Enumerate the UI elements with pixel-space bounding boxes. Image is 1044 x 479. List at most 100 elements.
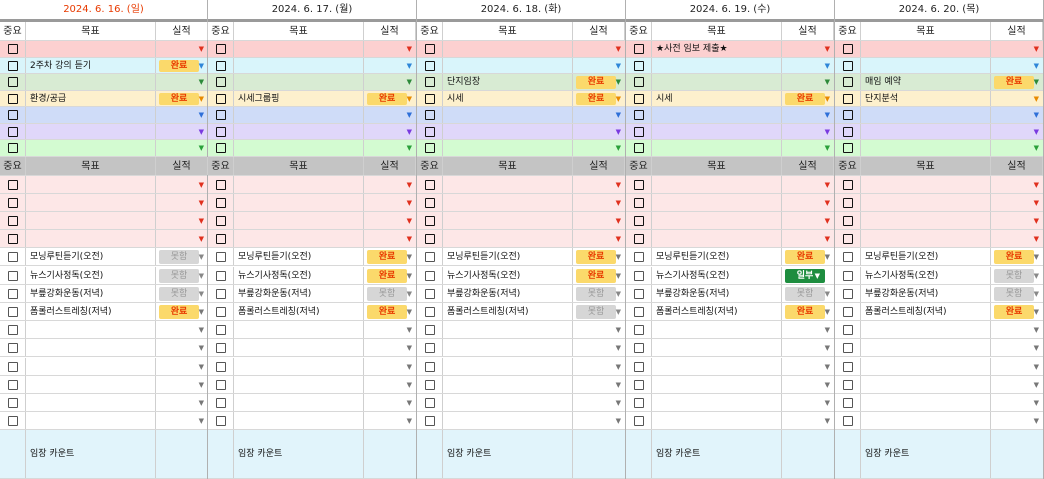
result-dropdown[interactable]: ▼: [782, 194, 834, 211]
goal-cell[interactable]: [652, 107, 782, 123]
dropdown-arrow-icon[interactable]: ▼: [407, 358, 412, 375]
result-dropdown[interactable]: ▼: [573, 41, 625, 57]
dropdown-arrow-icon[interactable]: ▼: [199, 124, 204, 140]
goal-cell[interactable]: [652, 57, 782, 73]
goal-cell[interactable]: [652, 230, 782, 248]
result-dropdown[interactable]: ▼: [364, 212, 416, 229]
dropdown-arrow-icon[interactable]: ▼: [407, 140, 412, 156]
result-dropdown[interactable]: ▼: [156, 41, 208, 57]
result-dropdown[interactable]: ▼: [782, 339, 834, 356]
importance-checkbox[interactable]: [634, 93, 644, 104]
goal-cell[interactable]: 모닝루틴듣기(오전): [26, 248, 156, 266]
dropdown-arrow-icon[interactable]: ▼: [616, 91, 621, 107]
importance-checkbox[interactable]: [425, 379, 435, 390]
dropdown-arrow-icon[interactable]: ▼: [825, 321, 830, 338]
result-dropdown[interactable]: ▼: [991, 194, 1043, 211]
importance-checkbox[interactable]: [425, 197, 435, 208]
importance-checkbox[interactable]: [216, 179, 226, 190]
importance-checkbox[interactable]: [8, 306, 18, 317]
dropdown-arrow-icon[interactable]: ▼: [616, 394, 621, 411]
result-dropdown[interactable]: ▼: [991, 176, 1043, 193]
goal-cell[interactable]: [234, 74, 364, 90]
importance-checkbox[interactable]: [8, 270, 18, 281]
importance-checkbox[interactable]: [8, 325, 18, 336]
importance-checkbox[interactable]: [216, 270, 226, 281]
importance-checkbox[interactable]: [843, 197, 853, 208]
importance-checkbox[interactable]: [216, 44, 226, 55]
goal-cell[interactable]: 모닝루틴듣기(오전): [861, 248, 991, 266]
importance-checkbox[interactable]: [843, 270, 853, 281]
importance-checkbox[interactable]: [216, 110, 226, 121]
result-dropdown[interactable]: ▼: [156, 107, 208, 123]
dropdown-arrow-icon[interactable]: ▼: [407, 124, 412, 140]
goal-cell[interactable]: [26, 357, 156, 375]
importance-checkbox[interactable]: [8, 110, 18, 121]
dropdown-arrow-icon[interactable]: ▼: [1034, 267, 1039, 284]
dropdown-arrow-icon[interactable]: ▼: [199, 107, 204, 123]
dropdown-arrow-icon[interactable]: ▼: [616, 194, 621, 211]
result-dropdown[interactable]: ▼: [991, 107, 1043, 123]
dropdown-arrow-icon[interactable]: ▼: [825, 230, 830, 247]
goal-cell[interactable]: [443, 140, 573, 156]
importance-checkbox[interactable]: [843, 126, 853, 137]
dropdown-arrow-icon[interactable]: ▼: [199, 176, 204, 193]
importance-checkbox[interactable]: [425, 270, 435, 281]
result-dropdown[interactable]: 완료 ▼: [991, 303, 1043, 320]
result-dropdown[interactable]: ▼: [782, 376, 834, 393]
goal-cell[interactable]: [861, 211, 991, 230]
result-dropdown[interactable]: ▼: [364, 230, 416, 247]
importance-checkbox[interactable]: [425, 93, 435, 104]
dropdown-arrow-icon[interactable]: ▼: [407, 107, 412, 123]
importance-checkbox[interactable]: [634, 126, 644, 137]
result-dropdown[interactable]: 완료 ▼: [364, 248, 416, 265]
importance-checkbox[interactable]: [843, 306, 853, 317]
importance-checkbox[interactable]: [216, 143, 226, 154]
importance-checkbox[interactable]: [425, 252, 435, 263]
result-dropdown[interactable]: ▼: [156, 358, 208, 375]
result-dropdown[interactable]: 완료 ▼: [573, 267, 625, 284]
dropdown-arrow-icon[interactable]: ▼: [825, 41, 830, 57]
importance-checkbox[interactable]: [425, 44, 435, 55]
importance-checkbox[interactable]: [634, 325, 644, 336]
result-dropdown[interactable]: ▼: [782, 140, 834, 156]
result-dropdown[interactable]: ▼: [991, 230, 1043, 247]
goal-cell[interactable]: 환경/공급: [26, 90, 156, 106]
importance-checkbox[interactable]: [843, 361, 853, 372]
dropdown-arrow-icon[interactable]: ▼: [1034, 248, 1039, 265]
dropdown-arrow-icon[interactable]: ▼: [616, 124, 621, 140]
dropdown-arrow-icon[interactable]: ▼: [616, 267, 621, 284]
result-dropdown[interactable]: ▼: [991, 339, 1043, 356]
result-dropdown[interactable]: ▼: [364, 176, 416, 193]
dropdown-arrow-icon[interactable]: ▼: [825, 91, 830, 107]
result-dropdown[interactable]: ▼: [364, 412, 416, 429]
result-dropdown[interactable]: 완료 ▼: [364, 267, 416, 284]
dropdown-arrow-icon[interactable]: ▼: [616, 321, 621, 338]
goal-cell[interactable]: ★사전 임보 제출★: [652, 41, 782, 57]
dropdown-arrow-icon[interactable]: ▼: [825, 58, 830, 74]
dropdown-arrow-icon[interactable]: ▼: [407, 267, 412, 284]
importance-checkbox[interactable]: [843, 143, 853, 154]
importance-checkbox[interactable]: [216, 416, 226, 427]
dropdown-arrow-icon[interactable]: ▼: [407, 394, 412, 411]
dropdown-arrow-icon[interactable]: ▼: [1034, 339, 1039, 356]
result-dropdown[interactable]: 완료 ▼: [156, 303, 208, 320]
goal-cell[interactable]: [861, 193, 991, 211]
dropdown-arrow-icon[interactable]: ▼: [825, 358, 830, 375]
importance-checkbox[interactable]: [843, 379, 853, 390]
dropdown-arrow-icon[interactable]: ▼: [407, 176, 412, 193]
goal-cell[interactable]: [443, 339, 573, 357]
importance-checkbox[interactable]: [216, 252, 226, 263]
goal-cell[interactable]: [861, 123, 991, 139]
dropdown-arrow-icon[interactable]: ▼: [1034, 230, 1039, 247]
result-dropdown[interactable]: ▼: [364, 358, 416, 375]
goal-cell[interactable]: [234, 393, 364, 412]
goal-cell[interactable]: [652, 339, 782, 357]
dropdown-arrow-icon[interactable]: ▼: [407, 376, 412, 393]
result-dropdown[interactable]: ▼: [573, 176, 625, 193]
importance-checkbox[interactable]: [8, 77, 18, 88]
dropdown-arrow-icon[interactable]: ▼: [1034, 303, 1039, 320]
goal-cell[interactable]: [26, 339, 156, 357]
result-dropdown[interactable]: 완료 ▼: [782, 303, 834, 320]
result-dropdown[interactable]: 완료 ▼: [156, 58, 208, 74]
importance-checkbox[interactable]: [8, 215, 18, 226]
